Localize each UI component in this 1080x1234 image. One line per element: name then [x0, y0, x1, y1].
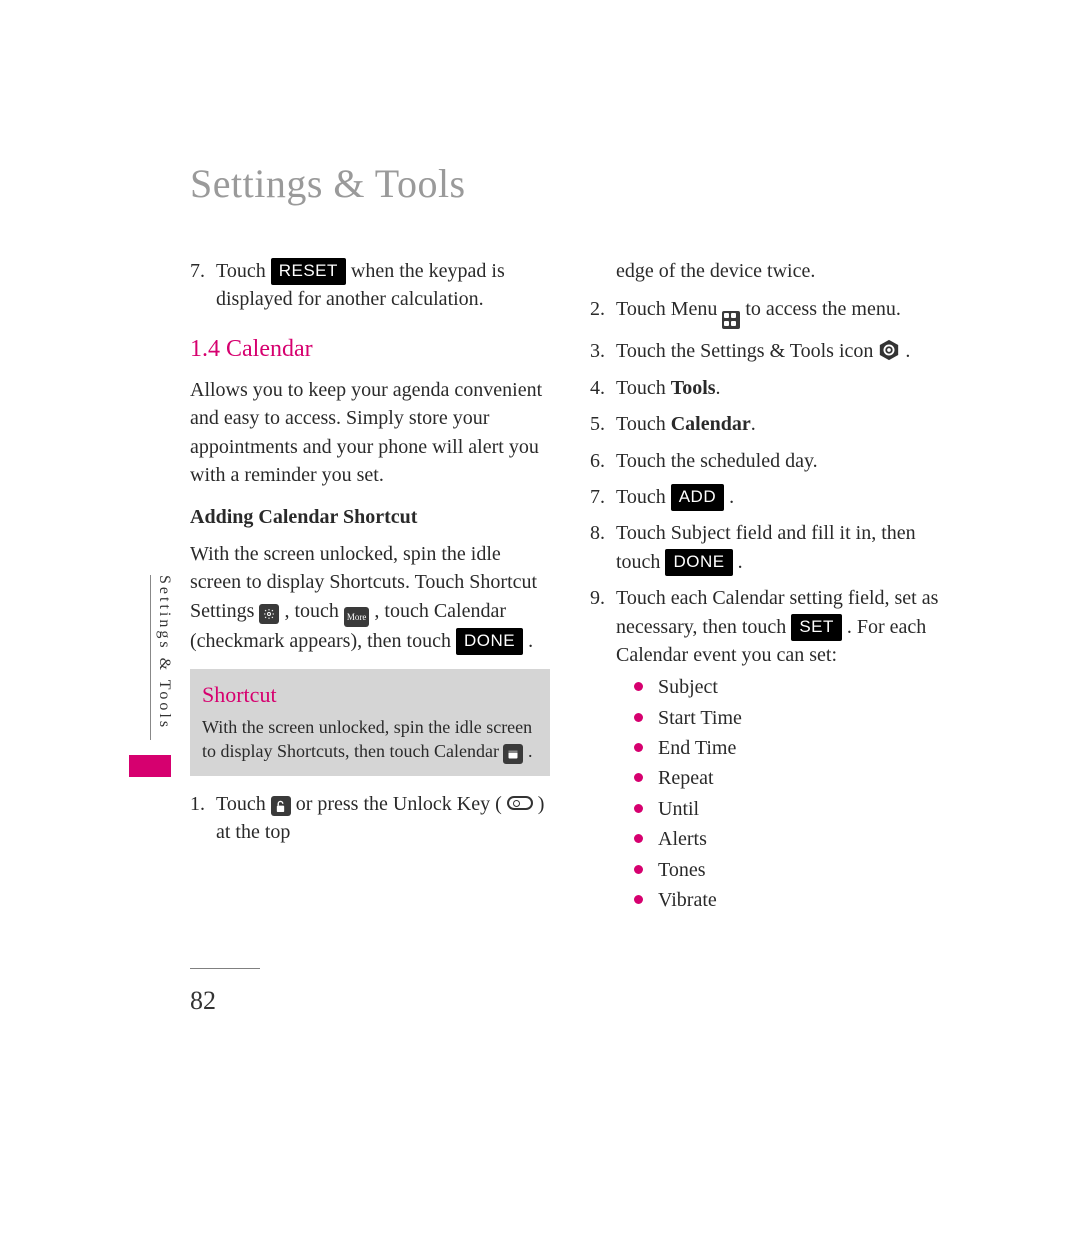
text: Touch	[616, 486, 671, 508]
calendar-intro: Allows you to keep your agenda convenien…	[190, 376, 550, 490]
list-item: Subject	[634, 673, 950, 701]
step-6-day: 6. Touch the scheduled day.	[590, 447, 950, 475]
done-button-label: DONE	[665, 549, 732, 576]
step-7-reset: 7. Touch RESET when the keypad is displa…	[190, 257, 550, 314]
text: .	[729, 486, 734, 508]
text: .	[905, 340, 910, 362]
text: Touch Menu	[616, 298, 722, 320]
set-button-label: SET	[791, 614, 842, 641]
text: Touch	[616, 413, 671, 435]
text: Touch	[616, 377, 671, 399]
step-number: 6.	[590, 447, 616, 475]
footer-rule	[190, 968, 260, 969]
text: , touch	[284, 600, 343, 622]
list-item: Repeat	[634, 764, 950, 792]
step-number: 7.	[590, 483, 616, 511]
right-column: edge of the device twice. 2. Touch Menu …	[590, 257, 950, 924]
done-button-label: DONE	[456, 628, 523, 655]
step-7-add: 7. Touch ADD .	[590, 483, 950, 511]
bold-calendar: Calendar	[671, 413, 751, 435]
text: .	[738, 551, 743, 573]
step-1-cont: edge of the device twice.	[590, 257, 950, 285]
list-item: Start Time	[634, 704, 950, 732]
page-number: 82	[190, 986, 216, 1016]
section-heading-calendar: 1.4 Calendar	[190, 332, 550, 366]
shortcut-callout: Shortcut With the screen unlocked, spin …	[190, 669, 550, 776]
text: .	[751, 413, 756, 435]
page-title: Settings & Tools	[190, 160, 950, 207]
settings-tools-icon	[878, 339, 900, 361]
step-1-unlock: 1. Touch or press the Unlock Key ( ) at …	[190, 790, 550, 847]
event-fields-list: Subject Start Time End Time Repeat Until…	[616, 673, 950, 914]
left-column: 7. Touch RESET when the keypad is displa…	[190, 257, 550, 924]
list-item: Vibrate	[634, 886, 950, 914]
step-8-subject: 8. Touch Subject field and fill it in, t…	[590, 519, 950, 576]
text: or press the Unlock Key (	[296, 793, 507, 815]
side-tab-accent	[129, 755, 171, 777]
list-item: End Time	[634, 734, 950, 762]
content-columns: 7. Touch RESET when the keypad is displa…	[190, 257, 950, 924]
step-number: 7.	[190, 257, 216, 314]
calendar-icon	[503, 744, 523, 764]
side-tab-label: Settings & Tools	[150, 575, 173, 740]
text: Touch the Settings & Tools icon	[616, 340, 878, 362]
list-item: Alerts	[634, 825, 950, 853]
list-item: Tones	[634, 856, 950, 884]
more-icon: More	[344, 607, 370, 627]
menu-grid-icon	[722, 311, 740, 329]
text: Touch	[216, 260, 271, 282]
text: Touch Subject field and fill it in, then…	[616, 522, 916, 572]
list-item: Until	[634, 795, 950, 823]
step-number: 3.	[590, 337, 616, 365]
gear-icon	[259, 604, 279, 624]
reset-button-label: RESET	[271, 258, 346, 285]
step-number: 1.	[190, 790, 216, 847]
adding-shortcut-body: With the screen unlocked, spin the idle …	[190, 540, 550, 656]
step-number: 8.	[590, 519, 616, 576]
text: .	[528, 630, 533, 652]
unlock-icon	[271, 796, 291, 816]
step-number: 4.	[590, 374, 616, 402]
shortcut-title: Shortcut	[202, 679, 538, 710]
step-5-calendar: 5. Touch Calendar.	[590, 410, 950, 438]
adding-shortcut-heading: Adding Calendar Shortcut	[190, 503, 550, 531]
step-number: 2.	[590, 295, 616, 329]
add-button-label: ADD	[671, 484, 724, 511]
step-3-settings-icon: 3. Touch the Settings & Tools icon .	[590, 337, 950, 365]
text: Touch the scheduled day.	[616, 447, 950, 475]
text: to access the menu.	[745, 298, 901, 320]
unlock-key-icon	[507, 796, 533, 810]
manual-page: Settings & Tools Settings & Tools 7. Tou…	[0, 0, 1080, 1234]
text: With the screen unlocked, spin the idle …	[202, 717, 532, 761]
step-number: 5.	[590, 410, 616, 438]
shortcut-body: With the screen unlocked, spin the idle …	[202, 715, 538, 764]
bold-tools: Tools	[671, 377, 716, 399]
step-2-menu: 2. Touch Menu to access the menu.	[590, 295, 950, 329]
step-4-tools: 4. Touch Tools.	[590, 374, 950, 402]
text: .	[528, 741, 533, 761]
text: Touch	[216, 793, 271, 815]
step-number: 9.	[590, 584, 616, 916]
text: .	[716, 377, 721, 399]
step-9-set: 9. Touch each Calendar setting field, se…	[590, 584, 950, 916]
